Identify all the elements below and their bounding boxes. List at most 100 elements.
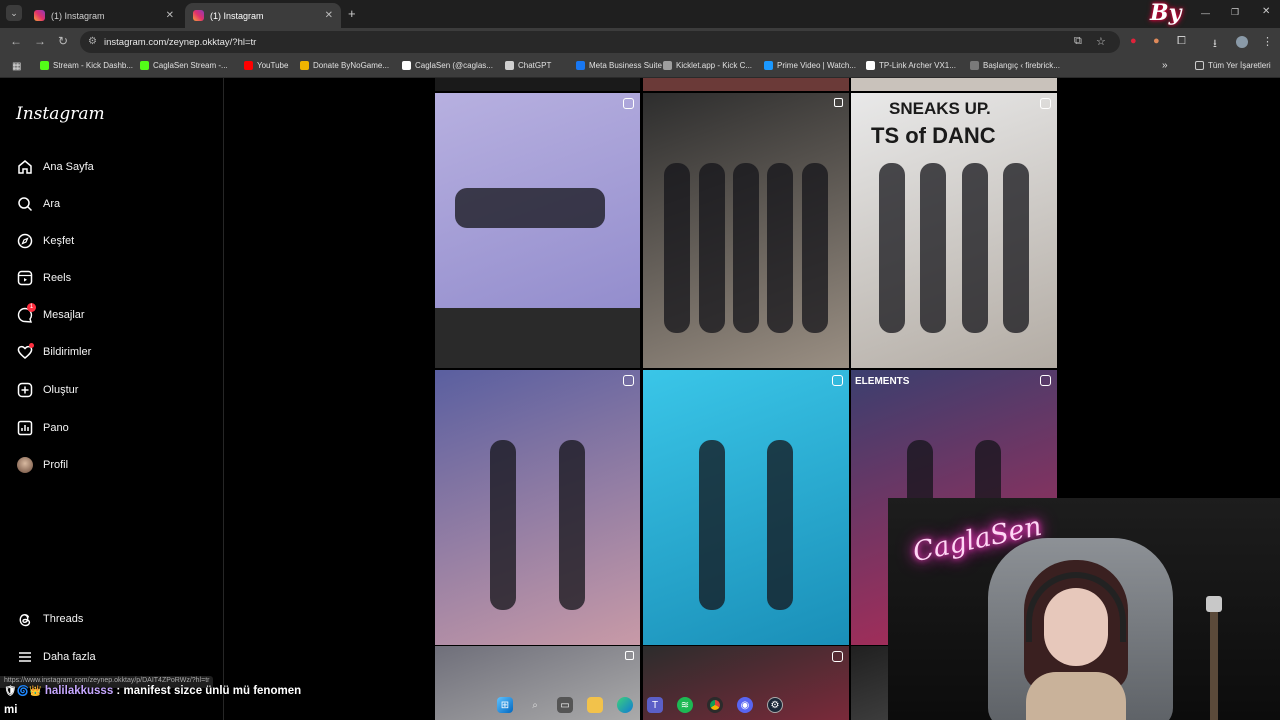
sidebar-item-reels[interactable]: Reels — [16, 266, 71, 290]
dancer-figure — [455, 188, 605, 228]
instagram-logo[interactable]: Instagram — [16, 104, 105, 124]
browser-menu-icon[interactable]: ⋮ — [1262, 35, 1273, 48]
bookmark-item[interactable]: Donate ByNoGame... — [300, 61, 389, 70]
url-field[interactable]: ⚙ instagram.com/zeynep.okktay/?hl=tr — [80, 31, 1120, 53]
sidebar-item-dashboard[interactable]: Pano — [16, 416, 69, 440]
extension-red-icon[interactable]: ● — [1130, 35, 1137, 47]
bookmark-favicon-icon — [576, 61, 585, 70]
reload-icon[interactable]: ↻ — [58, 34, 68, 48]
search-icon[interactable]: ⌕ — [527, 697, 543, 713]
bookmark-item[interactable]: Stream - Kick Dashb... — [40, 61, 133, 70]
guitar-neck — [1210, 598, 1218, 720]
extensions-puzzle-icon[interactable]: ⧠ — [1177, 35, 1186, 48]
post-tile-partial[interactable] — [643, 78, 849, 91]
bookmark-favicon-icon — [764, 61, 773, 70]
back-icon[interactable]: ← — [10, 34, 22, 48]
reels-icon — [16, 269, 34, 287]
stream-chat-message: 🛡🌀👑 halilakkusss : manifest sizce ünlü m… — [4, 682, 434, 720]
messages-badge: 1 — [27, 303, 36, 312]
post-tile[interactable] — [643, 93, 849, 368]
sidebar-item-profile[interactable]: Profil — [16, 453, 68, 477]
post-tile[interactable] — [435, 370, 640, 645]
post-tile[interactable] — [435, 93, 640, 368]
home-icon — [16, 158, 34, 176]
post-tile[interactable] — [643, 370, 849, 645]
carousel-icon — [834, 98, 843, 107]
discord-icon[interactable]: ◉ — [737, 697, 753, 713]
dancer-figure — [558, 440, 585, 610]
bookmark-favicon-icon — [970, 61, 979, 70]
bookmark-item[interactable]: Prime Video | Watch... — [764, 61, 856, 70]
browser-tab-1[interactable]: (1) Instagram ✕ — [26, 3, 182, 28]
steam-icon[interactable]: ⚙ — [767, 697, 783, 713]
bookmark-favicon-icon — [300, 61, 309, 70]
search-icon — [16, 195, 34, 213]
windows-taskbar: ⊞ ⌕ ▭ T ≋ ◉ ⚙ — [490, 692, 790, 718]
chat-message-continued: mi — [4, 704, 18, 716]
dancer-figure — [767, 440, 794, 610]
chrome-icon[interactable] — [707, 697, 723, 713]
extension-icon[interactable]: ● — [1153, 35, 1160, 47]
dashboard-icon — [16, 419, 34, 437]
bookmark-item[interactable]: ChatGPT — [505, 61, 551, 70]
all-bookmarks-link[interactable]: Tüm Yer İşaretleri — [1195, 61, 1271, 70]
threads-icon — [16, 610, 34, 628]
close-tab-icon[interactable]: ✕ — [325, 10, 333, 21]
sidebar-item-home[interactable]: Ana Sayfa — [16, 155, 94, 179]
dancer-figure — [801, 163, 828, 333]
reel-icon — [623, 375, 634, 386]
dancer-figure — [733, 163, 759, 333]
site-info-icon[interactable]: ⚙ — [88, 36, 97, 47]
sidebar-item-messages[interactable]: 1 Mesajlar — [16, 303, 85, 327]
webcam-overlay: CaglaSen — [888, 498, 1280, 720]
new-tab-button[interactable]: + — [348, 6, 356, 21]
bookmark-item[interactable]: CaglaSen Stream -... — [140, 61, 228, 70]
bookmark-item[interactable]: Başlangıç ‹ firebrick... — [970, 61, 1060, 70]
bookmark-item[interactable]: TP-Link Archer VX1... — [866, 61, 956, 70]
sidebar-item-threads[interactable]: Threads — [16, 607, 83, 631]
browser-tab-2[interactable]: (1) Instagram ✕ — [185, 3, 341, 28]
minimize-icon[interactable]: — — [1201, 8, 1210, 18]
edge-icon[interactable] — [617, 697, 633, 713]
tile-caption-text: ELEMENTS — [855, 376, 910, 387]
by-logo: By — [1150, 0, 1182, 26]
bookmarks-overflow-icon[interactable]: » — [1162, 60, 1168, 71]
sidebar-item-more[interactable]: Daha fazla — [16, 645, 96, 669]
dancer-figure — [767, 163, 794, 333]
forward-icon[interactable]: → — [34, 34, 46, 48]
dancer-figure — [490, 440, 517, 610]
chat-username: halilakkusss — [44, 685, 114, 697]
windows-start-icon[interactable]: ⊞ — [497, 697, 513, 713]
post-tile-partial[interactable] — [851, 78, 1057, 91]
file-explorer-icon[interactable] — [587, 697, 603, 713]
close-window-icon[interactable]: ✕ — [1262, 6, 1270, 17]
bookmark-item[interactable]: YouTube — [244, 61, 288, 70]
close-tab-icon[interactable]: ✕ — [166, 10, 174, 21]
profile-avatar-icon[interactable] — [1236, 36, 1248, 48]
bookmark-item[interactable]: CaglaSen (@caglas... — [402, 61, 493, 70]
post-tile[interactable]: SNEAKS UP. TS of DANC — [851, 93, 1057, 368]
bookmark-item[interactable]: Meta Business Suite — [576, 61, 662, 70]
bookmark-star-icon[interactable]: ☆ — [1096, 35, 1106, 48]
sidebar-item-explore[interactable]: Keşfet — [16, 229, 74, 253]
sidebar-item-create[interactable]: Oluştur — [16, 378, 78, 402]
restore-icon[interactable]: ❐ — [1231, 7, 1239, 18]
sidebar-item-search[interactable]: Ara — [16, 192, 60, 216]
tab-search-button[interactable]: ⌄ — [6, 5, 22, 21]
instagram-sidebar: Instagram Ana Sayfa Ara Keşfet Reels 1 M… — [0, 78, 224, 720]
task-view-icon[interactable]: ▭ — [557, 697, 573, 713]
tile-letterbox — [435, 308, 640, 368]
bookmark-item[interactable]: Kicklet.app - Kick C... — [663, 61, 752, 70]
chat-separator: : — [116, 685, 121, 697]
bookmark-favicon-icon — [402, 61, 411, 70]
teams-icon[interactable]: T — [647, 697, 663, 713]
sidebar-item-notifications[interactable]: Bildirimler — [16, 340, 91, 364]
menu-icon — [16, 648, 34, 666]
apps-grid-icon[interactable]: ▦ — [12, 61, 21, 72]
post-tile-partial[interactable] — [435, 78, 640, 91]
download-icon[interactable]: ⭳ — [1213, 35, 1217, 54]
carousel-icon — [625, 651, 634, 660]
bookmark-favicon-icon — [866, 61, 875, 70]
spotify-icon[interactable]: ≋ — [677, 697, 693, 713]
install-app-icon[interactable]: ⧉ — [1074, 35, 1082, 48]
